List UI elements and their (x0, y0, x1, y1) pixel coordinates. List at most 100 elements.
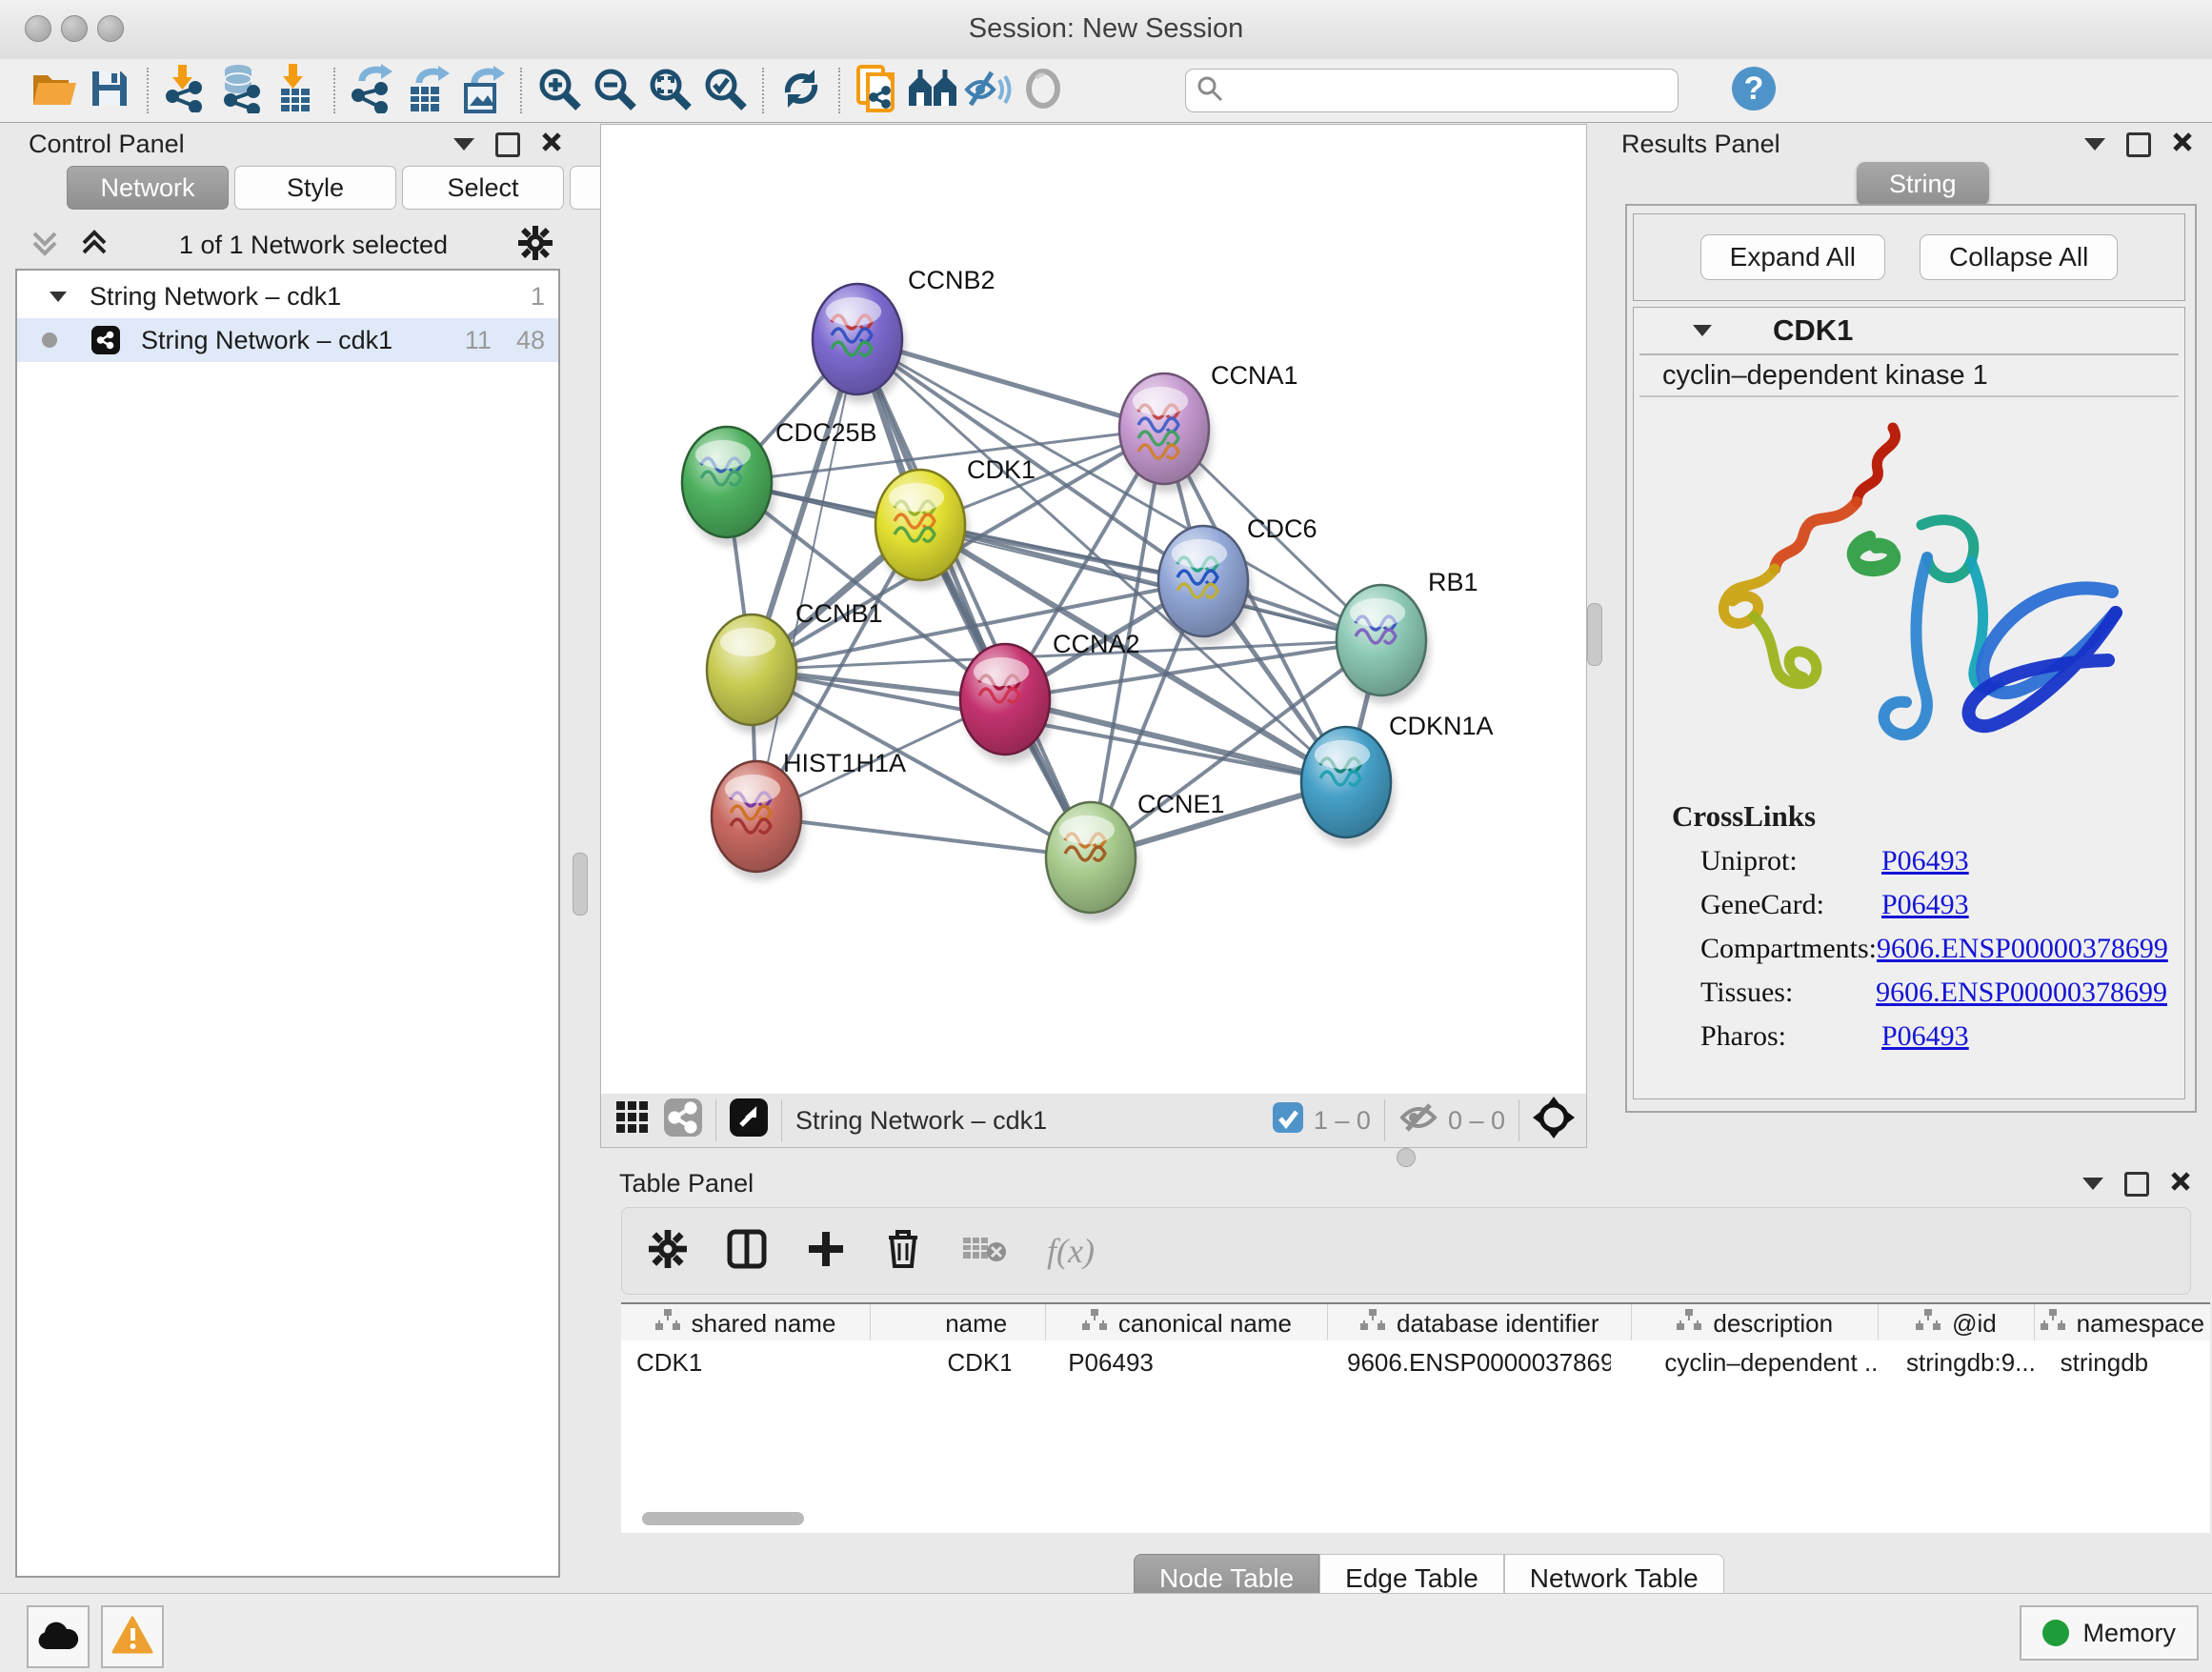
tab-network[interactable]: Network (67, 166, 229, 210)
export-network-icon (349, 64, 396, 118)
network-node-HIST1H1A[interactable] (712, 761, 805, 880)
collection-expand-icon[interactable] (50, 292, 67, 302)
expand-all-button[interactable]: Expand All (1700, 234, 1885, 280)
memory-button[interactable]: Memory (2020, 1605, 2199, 1661)
ribbon-strand (1884, 557, 1927, 735)
table-row[interactable]: CDK1 CDK1 P06493 9606.ENSP00000378699 cy… (621, 1340, 2210, 1378)
tab-select[interactable]: Select (402, 166, 564, 210)
save-session-button[interactable] (82, 65, 137, 116)
control-panel-float-icon[interactable] (495, 132, 520, 157)
zoom-fit-button[interactable] (642, 65, 697, 116)
import-network-file-button[interactable] (158, 65, 213, 116)
crosslink-link[interactable]: P06493 (1881, 845, 1969, 877)
apply-layout-button[interactable] (774, 65, 829, 116)
tab-style[interactable]: Style (234, 166, 396, 210)
network-node-RB1[interactable] (1337, 585, 1430, 704)
import-network-database-button[interactable] (213, 65, 269, 116)
bottom-splitter-handle[interactable] (1397, 1148, 1416, 1167)
results-panel-close-icon[interactable] (2172, 131, 2193, 157)
network-node-CCNA1[interactable] (1119, 373, 1213, 493)
network-view-toolbar: String Network – cdk1 1 – 0 0 – 0 (600, 1094, 1587, 1148)
detach-view-icon[interactable] (730, 1098, 768, 1143)
network-node-CCNB2[interactable] (813, 284, 906, 403)
tab-string-results[interactable]: String (1857, 162, 1989, 206)
crosslink-link[interactable]: P06493 (1881, 1020, 1969, 1053)
open-session-button[interactable] (27, 65, 82, 116)
show-columns-icon[interactable] (727, 1229, 767, 1274)
hide-glass-button[interactable] (960, 65, 1016, 116)
collapse-all-networks-icon[interactable] (30, 228, 59, 263)
column-type-icon (1082, 1309, 1107, 1339)
network-row-selected[interactable]: String Network – cdk1 11 48 (17, 318, 558, 362)
network-node-CDK1[interactable] (875, 470, 969, 589)
network-node-CDC6[interactable] (1158, 526, 1252, 645)
network-node-CDKN1A[interactable] (1301, 727, 1395, 846)
expand-all-networks-icon[interactable] (80, 228, 109, 263)
export-table-button[interactable] (400, 65, 455, 116)
column-header[interactable]: shared name (621, 1304, 871, 1342)
selected-checkbox-icon[interactable] (1272, 1101, 1304, 1140)
gene-header[interactable]: CDK1 (1634, 308, 2184, 353)
network-edge[interactable] (756, 339, 857, 816)
column-header[interactable]: @id (1879, 1304, 2034, 1342)
gene-name: CDK1 (1773, 313, 1853, 348)
network-node-label: CCNE1 (1137, 790, 1225, 818)
network-node-CCNE1[interactable] (1046, 802, 1139, 921)
results-panel-menu-icon[interactable] (2084, 138, 2105, 151)
column-header[interactable]: name (871, 1304, 1046, 1342)
clone-network-button[interactable] (850, 65, 905, 116)
table-header-row: shared name name canonical name database… (621, 1302, 2210, 1344)
table-panel-close-icon[interactable] (2170, 1171, 2191, 1197)
birdseye-icon[interactable] (1533, 1097, 1575, 1145)
export-image-button[interactable] (455, 65, 511, 116)
column-header[interactable]: namespace (2035, 1304, 2210, 1342)
network-node-CCNA2[interactable] (960, 644, 1054, 763)
search-input[interactable] (1232, 75, 1655, 107)
table-settings-gear-icon[interactable] (649, 1230, 687, 1273)
grid-view-icon[interactable] (614, 1099, 651, 1142)
warnings-button[interactable] (101, 1605, 164, 1668)
right-splitter-handle[interactable] (1587, 603, 1602, 666)
column-type-icon (2041, 1309, 2065, 1339)
crosslink-link[interactable]: 9606.ENSP00000378699 (1877, 933, 2168, 965)
memory-status-dot (2042, 1620, 2069, 1646)
column-header[interactable]: description (1632, 1304, 1879, 1342)
collapse-all-button[interactable]: Collapse All (1920, 234, 2118, 280)
gene-collapse-icon[interactable] (1693, 325, 1712, 336)
table-panel-float-icon[interactable] (2124, 1172, 2149, 1197)
table-hscrollbar[interactable] (621, 1512, 2210, 1533)
network-options-gear-icon[interactable] (518, 226, 553, 265)
help-button[interactable]: ? (1726, 65, 1781, 116)
add-column-icon[interactable] (807, 1230, 845, 1273)
import-table-button[interactable] (269, 65, 324, 116)
share-view-icon[interactable] (664, 1098, 702, 1143)
left-splitter-handle[interactable] (573, 853, 588, 916)
show-glass-button[interactable] (1016, 65, 1071, 116)
network-edge[interactable] (756, 816, 1091, 857)
export-network-button[interactable] (345, 65, 400, 116)
control-panel-menu-icon[interactable] (453, 138, 474, 151)
export-table-icon (404, 64, 452, 118)
save-icon (89, 68, 131, 114)
table-panel-menu-icon[interactable] (2082, 1178, 2103, 1190)
crosslink-link[interactable]: 9606.ENSP00000378699 (1876, 977, 2167, 1009)
network-node-CCNB1[interactable] (707, 614, 800, 734)
column-header[interactable]: canonical name (1046, 1304, 1328, 1342)
results-panel-float-icon[interactable] (2126, 132, 2151, 157)
cloud-button[interactable] (27, 1605, 90, 1668)
network-canvas[interactable]: CCNB2CCNA1CDC25BCDK1CDC6RB1CCNB1CCNA2CDK… (600, 124, 1587, 1096)
zoom-out-button[interactable] (587, 65, 642, 116)
network-edge[interactable] (857, 339, 1091, 857)
network-edge-count: 48 (516, 326, 545, 355)
eye-slash-icon (963, 67, 1013, 115)
crosslink-link[interactable]: P06493 (1881, 889, 1969, 921)
toolbar-separator (762, 68, 764, 113)
zoom-selected-button[interactable] (697, 65, 753, 116)
column-header[interactable]: database identifier (1328, 1304, 1632, 1342)
delete-column-icon[interactable] (885, 1228, 921, 1275)
control-panel-close-icon[interactable] (541, 131, 562, 157)
zoom-in-button[interactable] (532, 65, 587, 116)
network-collection-row[interactable]: String Network – cdk1 1 (17, 271, 558, 318)
column-type-icon (655, 1309, 680, 1339)
string-home-button[interactable] (905, 65, 960, 116)
